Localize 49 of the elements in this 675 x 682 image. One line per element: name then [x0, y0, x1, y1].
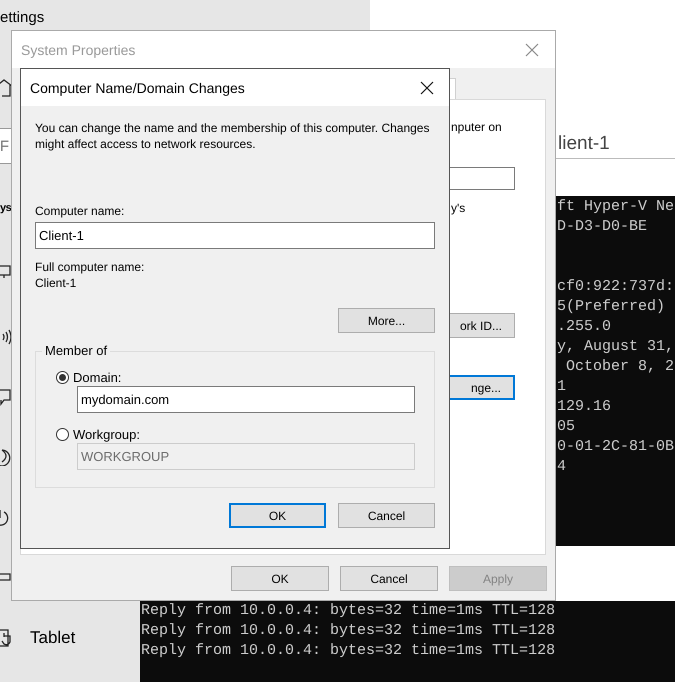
radio-label: Domain:: [73, 370, 122, 384]
home-icon: [0, 78, 12, 98]
computer-name-heading: lient-1: [558, 133, 610, 155]
description-text: You can change the name and the membership of this computer. Changes might affect access to network resources.: [35, 120, 430, 152]
console-line: y, August 31,: [557, 337, 675, 357]
member-field[interactable]: WORKGROUP: [77, 443, 415, 470]
console-line: October 8, 2: [565, 357, 675, 377]
console-line: 1: [557, 377, 568, 397]
console-line: 0-01-2C-81-0B: [557, 437, 675, 457]
console-line: 4: [557, 457, 568, 477]
field-label: Computer name:: [35, 203, 126, 219]
more-button[interactable]: More...: [338, 308, 435, 333]
dialog-title: Computer Name/Domain Changes: [30, 80, 245, 96]
message-icon: [0, 388, 12, 406]
console-line: Reply from 10.0.0.4: bytes=32 time=1ms TTL=128: [141, 621, 556, 641]
console-line: ft Hyper-V Ne: [557, 197, 675, 217]
radio-label: Workgroup:: [73, 426, 140, 442]
description-text: y's: [451, 201, 466, 215]
dialog-button[interactable]: OK: [229, 503, 326, 528]
window-title: System Properties: [21, 42, 136, 58]
console-line: Reply from 10.0.0.4: bytes=32 time=1ms TTL=128: [141, 601, 556, 621]
console-line: 129.16: [557, 397, 612, 417]
search-field[interactable]: F: [0, 128, 12, 164]
field-label: Full computer name:: [35, 259, 146, 275]
dialog-button[interactable]: Cancel: [340, 566, 438, 591]
console-line: cf0:922:737d:: [557, 277, 675, 297]
section-heading: ys: [0, 202, 12, 214]
nav-label: Tablet: [30, 628, 76, 648]
radio-button[interactable]: [56, 370, 69, 384]
console-line: Reply from 10.0.0.4: bytes=32 time=1ms TTL=128: [141, 641, 556, 661]
dialog-button[interactable]: OK: [231, 566, 329, 591]
moon-icon: [0, 448, 12, 466]
nav-item[interactable]: Tablet: [0, 628, 76, 648]
sound-waves-icon: [0, 328, 12, 346]
member-field[interactable]: mydomain.com: [77, 386, 415, 413]
group-label: Member of: [42, 343, 110, 358]
console-line: D-D3-D0-BE: [557, 217, 648, 237]
description-text: nputer on: [451, 120, 502, 134]
battery-icon: [0, 572, 12, 582]
dialog-button[interactable]: Cancel: [338, 503, 435, 528]
monitor-icon: [0, 264, 12, 280]
console-line: .255.0: [557, 317, 612, 337]
window-title: ettings: [0, 9, 44, 26]
close-icon[interactable]: [420, 80, 434, 94]
full-name-value: Client-1: [35, 275, 78, 291]
console-line: 5(Preferred): [557, 297, 666, 317]
console-line: 05: [557, 417, 576, 437]
computer-name-field[interactable]: Client-1: [35, 222, 435, 249]
radio-button[interactable]: [56, 428, 69, 440]
